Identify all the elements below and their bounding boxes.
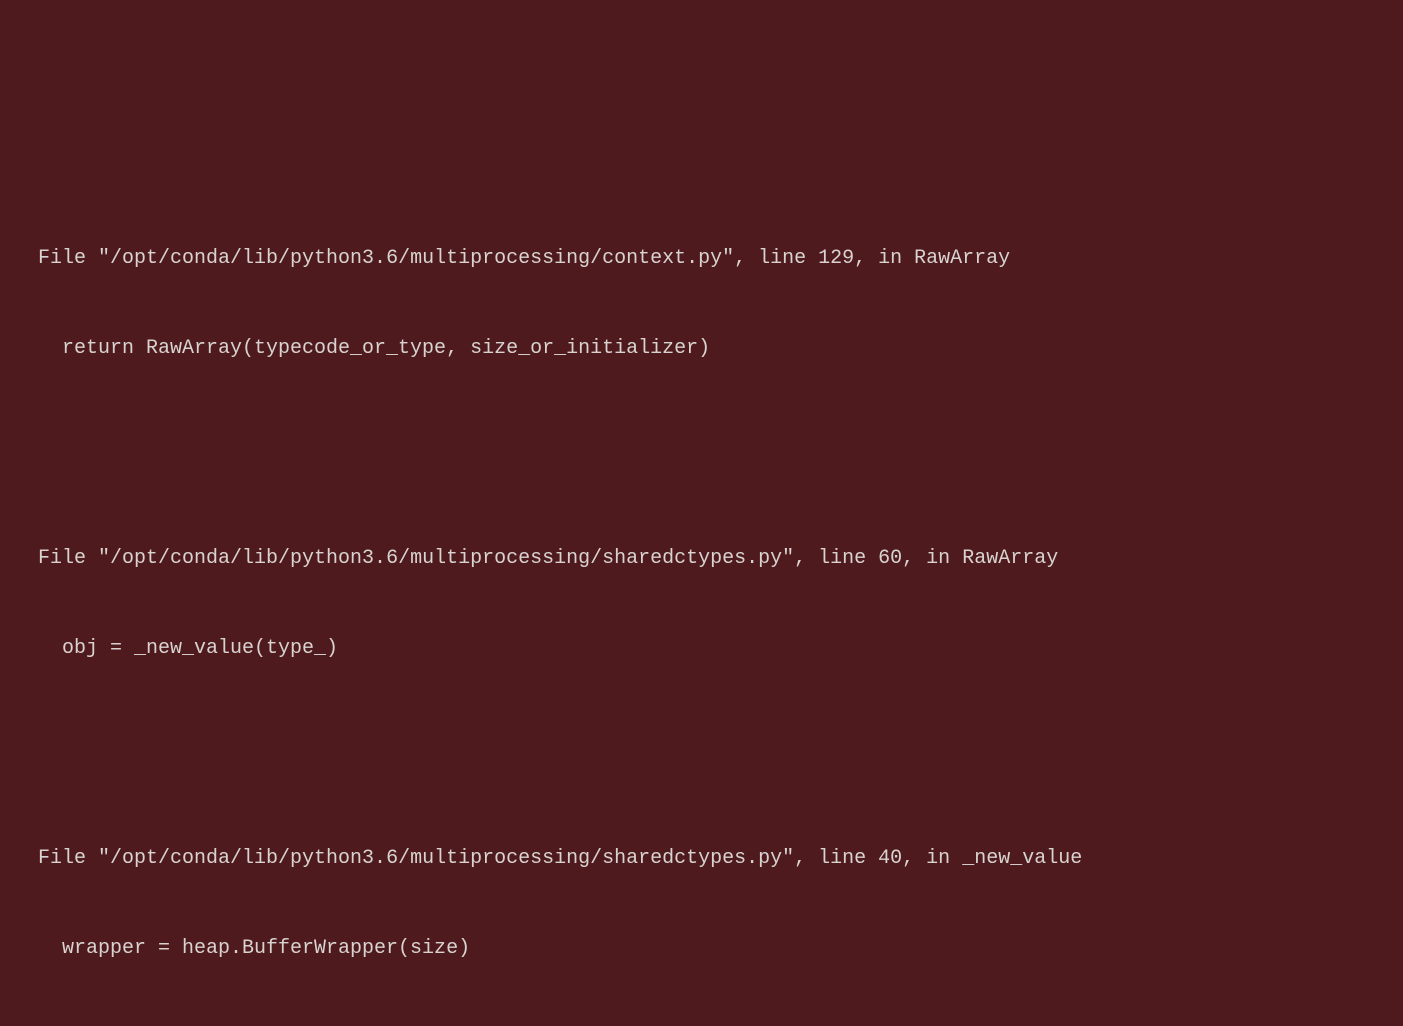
frame-func: RawArray xyxy=(962,547,1058,570)
frame-location: File "/opt/conda/lib/python3.6/multiproc… xyxy=(0,244,1403,274)
frame-file: "/opt/conda/lib/python3.6/multiprocessin… xyxy=(98,847,794,870)
frame-line: 129 xyxy=(818,247,854,270)
traceback-frame: File "/opt/conda/lib/python3.6/multiproc… xyxy=(0,184,1403,424)
frame-line: 40 xyxy=(878,847,902,870)
frame-code: obj = _new_value(type_) xyxy=(0,634,1403,664)
frame-location: File "/opt/conda/lib/python3.6/multiproc… xyxy=(0,844,1403,874)
frame-code: return RawArray(typecode_or_type, size_o… xyxy=(0,334,1403,364)
frame-func: RawArray xyxy=(914,247,1010,270)
frame-file: "/opt/conda/lib/python3.6/multiprocessin… xyxy=(98,547,794,570)
frame-line: 60 xyxy=(878,547,902,570)
frame-func: _new_value xyxy=(962,847,1082,870)
frame-file: "/opt/conda/lib/python3.6/multiprocessin… xyxy=(98,247,734,270)
frame-location: File "/opt/conda/lib/python3.6/multiproc… xyxy=(0,544,1403,574)
terminal-output: File "/opt/conda/lib/python3.6/multiproc… xyxy=(0,124,1403,1026)
frame-code: wrapper = heap.BufferWrapper(size) xyxy=(0,934,1403,964)
traceback-frame: File "/opt/conda/lib/python3.6/multiproc… xyxy=(0,784,1403,1024)
traceback-frame: File "/opt/conda/lib/python3.6/multiproc… xyxy=(0,484,1403,724)
